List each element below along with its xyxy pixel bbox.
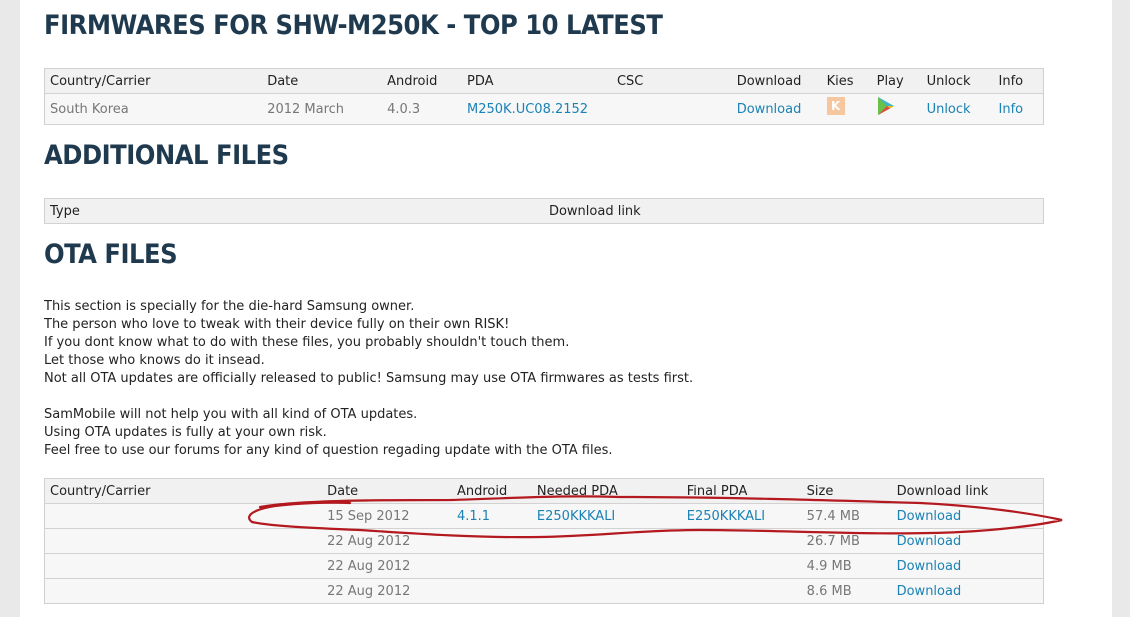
column-header: Download: [731, 68, 822, 94]
needed-pda-cell: [531, 578, 682, 604]
final-pda-cell: [681, 528, 802, 554]
column-header: Date: [262, 68, 383, 94]
column-header: Download link: [543, 198, 1044, 224]
column-header: Play: [871, 68, 922, 94]
csc-cell: [611, 93, 732, 125]
country-cell: [44, 553, 323, 579]
ota-files-heading: OTA FILES: [44, 239, 178, 270]
ota-text-line: Using OTA updates is fully at your own r…: [44, 425, 327, 440]
column-header: Final PDA: [681, 478, 802, 504]
size-cell: 4.9 MB: [801, 553, 892, 579]
android-link[interactable]: 4.1.1: [457, 509, 490, 524]
size-cell: 26.7 MB: [801, 528, 892, 554]
country-cell: [44, 503, 323, 529]
column-header: Info: [993, 68, 1044, 94]
table-row: 22 Aug 2012 26.7 MB Download: [44, 528, 1044, 554]
column-header: Unlock: [921, 68, 994, 94]
download-link[interactable]: Download: [897, 584, 962, 599]
table-header-row: Type Download link: [44, 198, 1044, 224]
android-cell: [451, 553, 532, 579]
unlock-link[interactable]: Unlock: [927, 102, 971, 117]
ota-text-line: This section is specially for the die-ha…: [44, 299, 415, 314]
date-cell: 22 Aug 2012: [322, 578, 452, 604]
firmwares-heading: FIRMWARES FOR SHW-M250K - TOP 10 LATEST: [44, 10, 663, 41]
ota-table: Country/Carrier Date Android Needed PDA …: [44, 478, 1044, 604]
download-link[interactable]: Download: [897, 534, 962, 549]
final-pda-cell: [681, 578, 802, 604]
table-row: 22 Aug 2012 4.9 MB Download: [44, 553, 1044, 579]
android-cell: 4.0.3: [382, 93, 463, 125]
ota-text-line: If you dont know what to do with these f…: [44, 335, 570, 350]
column-header: Android: [451, 478, 532, 504]
table-header-row: Country/Carrier Date Android PDA CSC Dow…: [44, 68, 1044, 94]
country-cell: [44, 528, 323, 554]
info-link[interactable]: Info: [999, 102, 1024, 117]
column-header: Android: [382, 68, 463, 94]
needed-pda-link[interactable]: E250KKKALI: [537, 509, 615, 524]
download-link[interactable]: Download: [737, 102, 802, 117]
kies-icon[interactable]: K: [826, 97, 845, 115]
needed-pda-cell: [531, 553, 682, 579]
additional-files-table: Type Download link: [44, 198, 1044, 224]
table-row: South Korea 2012 March 4.0.3 M250K.UC08.…: [44, 93, 1044, 125]
column-header: Download link: [891, 478, 1044, 504]
column-header: Needed PDA: [531, 478, 682, 504]
download-link[interactable]: Download: [897, 559, 962, 574]
column-header: Size: [801, 478, 892, 504]
final-pda-cell: [681, 553, 802, 579]
column-header: Kies: [821, 68, 872, 94]
size-cell: 57.4 MB: [801, 503, 892, 529]
google-play-icon[interactable]: [877, 96, 895, 116]
android-cell: [451, 528, 532, 554]
date-cell: 15 Sep 2012: [322, 503, 452, 529]
needed-pda-cell: [531, 528, 682, 554]
table-row: 15 Sep 2012 4.1.1 E250KKKALI E250KKKALI …: [44, 503, 1044, 529]
column-header: PDA: [462, 68, 612, 94]
column-header: Type: [44, 198, 544, 224]
android-cell: [451, 578, 532, 604]
size-cell: 8.6 MB: [801, 578, 892, 604]
column-header: Country/Carrier: [44, 68, 263, 94]
final-pda-link[interactable]: E250KKKALI: [687, 509, 765, 524]
ota-text-line: SamMobile will not help you with all kin…: [44, 407, 418, 422]
column-header: CSC: [611, 68, 732, 94]
additional-files-heading: ADDITIONAL FILES: [44, 140, 289, 171]
country-cell: [44, 578, 323, 604]
column-header: Country/Carrier: [44, 478, 323, 504]
download-link[interactable]: Download: [897, 509, 962, 524]
date-cell: 2012 March: [262, 93, 383, 125]
ota-text-line: Not all OTA updates are officially relea…: [44, 371, 694, 386]
country-cell: South Korea: [44, 93, 263, 125]
firmware-table: Country/Carrier Date Android PDA CSC Dow…: [44, 68, 1044, 125]
table-header-row: Country/Carrier Date Android Needed PDA …: [44, 478, 1044, 504]
ota-text-line: Feel free to use our forums for any kind…: [44, 443, 613, 458]
date-cell: 22 Aug 2012: [322, 528, 452, 554]
column-header: Date: [322, 478, 452, 504]
table-row: 22 Aug 2012 8.6 MB Download: [44, 578, 1044, 604]
date-cell: 22 Aug 2012: [322, 553, 452, 579]
ota-text-line: The person who love to tweak with their …: [44, 317, 510, 332]
ota-description: This section is specially for the die-ha…: [44, 298, 944, 460]
ota-text-line: Let those who knows do it insead.: [44, 353, 265, 368]
pda-link[interactable]: M250K.UC08.2152: [467, 102, 588, 117]
